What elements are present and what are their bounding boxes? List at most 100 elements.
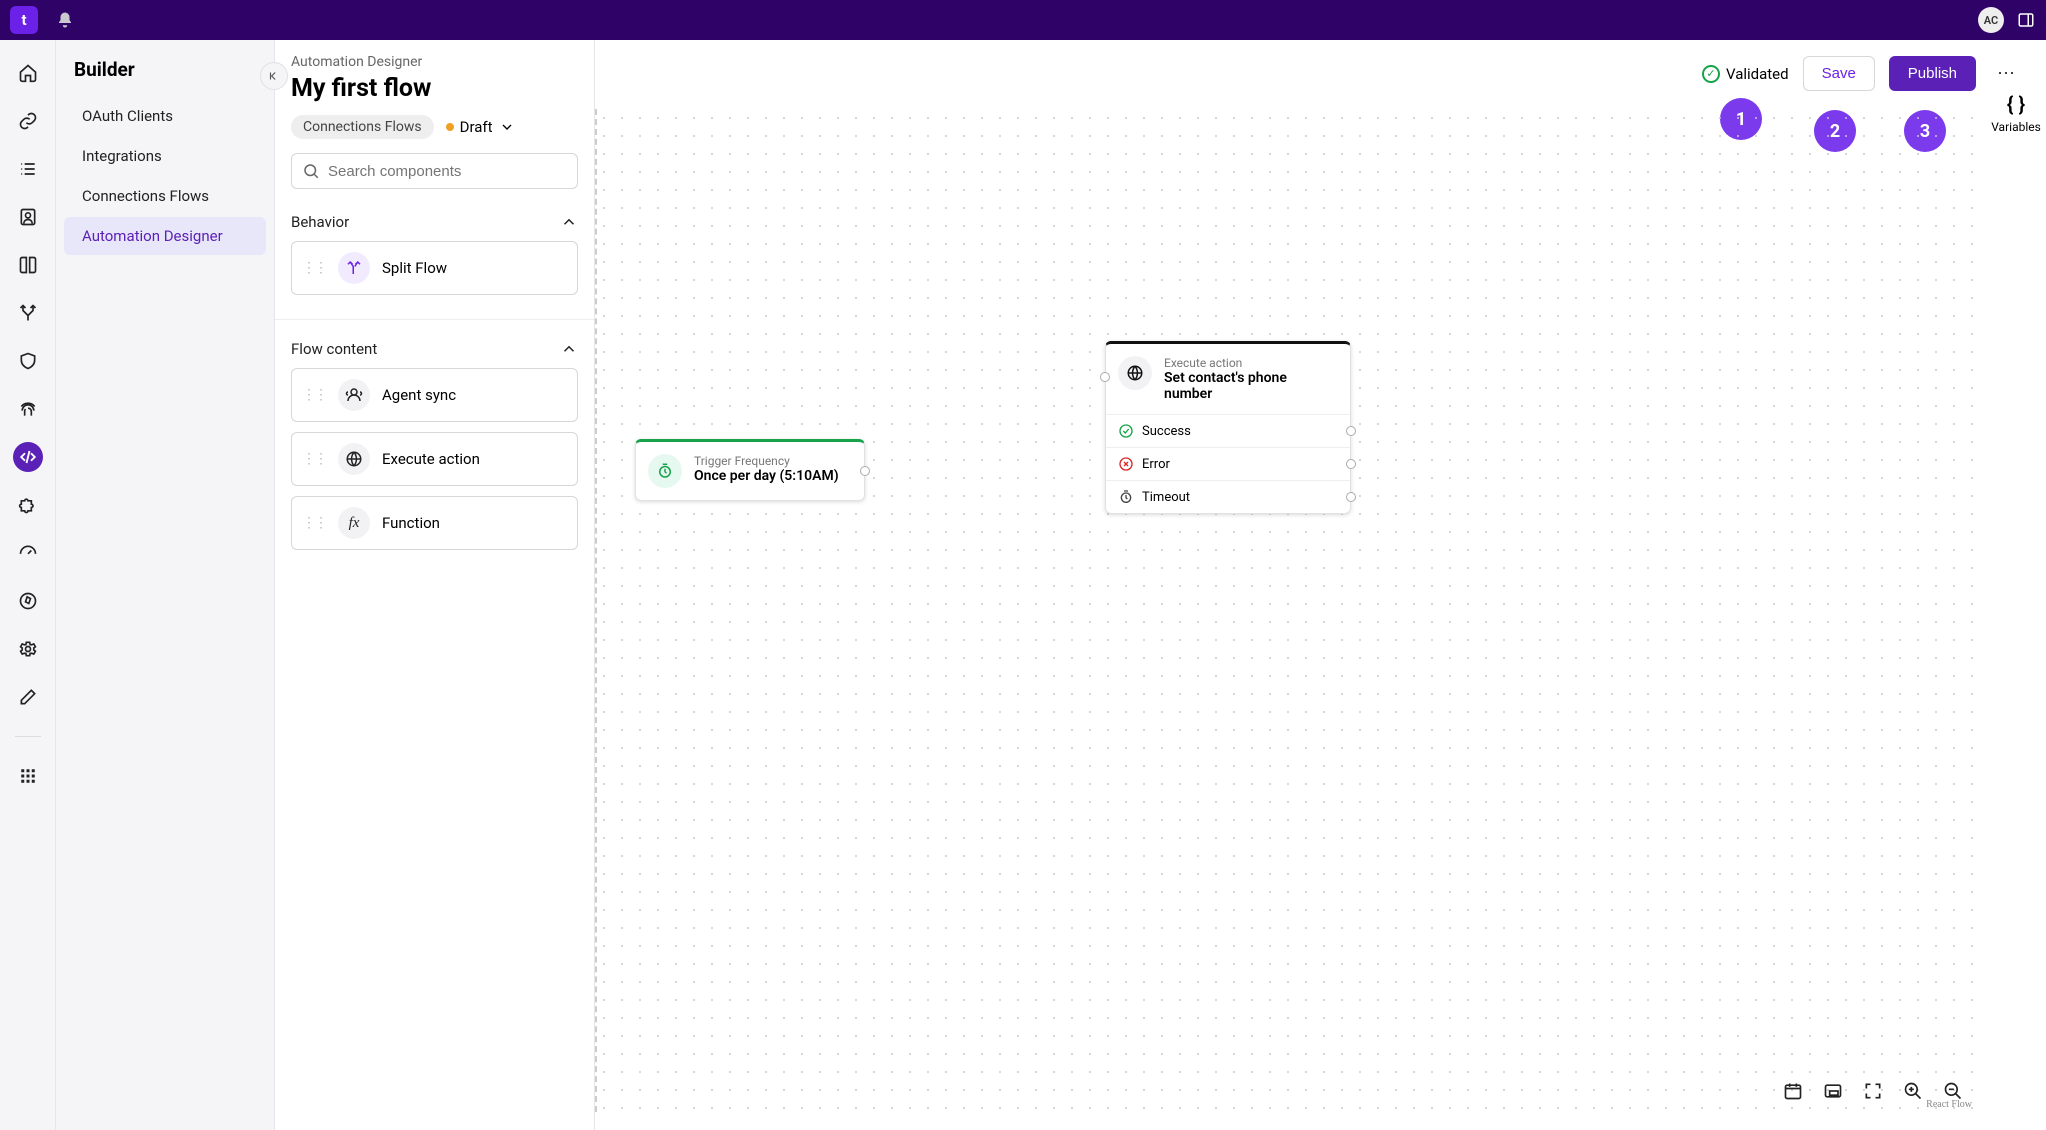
component-label: Split Flow [382,259,447,277]
publish-button[interactable]: Publish [1889,56,1976,91]
rail-gear-icon[interactable] [13,634,43,664]
drag-handle-icon[interactable]: ⋮⋮ [302,451,326,467]
node-caption: Trigger Frequency [694,454,839,468]
rail-book-icon[interactable] [13,250,43,280]
search-icon [302,162,320,180]
check-circle-icon [1118,423,1134,439]
flow-canvas[interactable]: Trigger Frequency Once per day (5:10AM) … [595,109,1976,1112]
rail-contact-icon[interactable] [13,202,43,232]
sidebar-item-label: Integrations [82,147,162,165]
output-handle[interactable] [1346,459,1356,469]
sidebar-item-label: OAuth Clients [82,107,173,125]
outcome-label: Success [1142,424,1191,439]
rail-list-icon[interactable] [13,154,43,184]
calendar-icon[interactable] [1782,1080,1804,1102]
component-execute-action[interactable]: ⋮⋮ Execute action [291,432,578,486]
sidebar-item-label: Automation Designer [82,227,223,245]
section-title: Flow content [291,340,377,358]
rail-compass-icon[interactable] [13,586,43,616]
check-circle-icon: ✓ [1702,65,1720,83]
flow-type-chip: Connections Flows [291,115,434,139]
component-agent-sync[interactable]: ⋮⋮ Agent sync [291,368,578,422]
validated-label: Validated [1726,65,1789,83]
collapse-sidebar-button[interactable] [260,62,288,90]
sidebar-item-connections[interactable]: Connections Flows [64,177,266,215]
variables-button[interactable]: { } Variables [1986,92,2046,134]
globe-icon [1118,356,1152,390]
sidebar-item-integrations[interactable]: Integrations [64,137,266,175]
app-logo[interactable]: t [10,6,38,34]
top-bar: t AC [0,0,2046,40]
rail-edit-icon[interactable] [13,682,43,712]
outcome-error[interactable]: Error [1106,447,1350,480]
component-function[interactable]: ⋮⋮ fx Function [291,496,578,550]
sidebar-item-oauth[interactable]: OAuth Clients [64,97,266,135]
flow-title: My first flow [291,74,431,103]
rail-code-icon[interactable] [13,442,43,472]
component-label: Execute action [382,450,480,468]
canvas-guide-line [595,109,597,1112]
outcome-label: Error [1142,457,1170,472]
chevron-down-icon [499,119,515,135]
zoom-in-icon[interactable] [1902,1080,1924,1102]
more-menu-button[interactable]: ⋯ [1990,58,2022,90]
globe-icon [338,443,370,475]
section-title: Behavior [291,213,349,231]
section-behavior-header[interactable]: Behavior [291,213,578,231]
rail-merge-icon[interactable] [13,298,43,328]
drag-handle-icon[interactable]: ⋮⋮ [302,387,326,403]
node-title: Once per day (5:10AM) [694,468,839,484]
x-circle-icon [1118,456,1134,472]
rail-separator [15,736,41,737]
split-icon [338,252,370,284]
rail-gauge-icon[interactable] [13,538,43,568]
input-handle[interactable] [1100,372,1110,382]
avatar[interactable]: AC [1978,7,2004,33]
output-handle[interactable] [1346,492,1356,502]
outcome-timeout[interactable]: Timeout [1106,480,1350,513]
component-label: Function [382,514,440,532]
rail-fingerprint-icon[interactable] [13,394,43,424]
component-label: Agent sync [382,386,456,404]
node-action[interactable]: Execute action Set contact's phone numbe… [1105,341,1351,514]
section-content-header[interactable]: Flow content [291,340,578,358]
save-button[interactable]: Save [1803,56,1875,91]
drag-handle-icon[interactable]: ⋮⋮ [302,515,326,531]
drag-handle-icon[interactable]: ⋮⋮ [302,260,326,276]
attribution: React Flow [1926,1099,1972,1110]
node-caption: Execute action [1164,356,1338,370]
icon-rail [0,40,56,1130]
rail-home-icon[interactable] [13,58,43,88]
timer-icon [648,454,682,488]
agent-icon [338,379,370,411]
output-handle[interactable] [860,466,870,476]
search-input[interactable] [328,163,567,180]
output-handle[interactable] [1346,426,1356,436]
edges-layer [595,109,895,259]
chevron-up-icon [560,340,578,358]
status-label: Draft [460,118,493,136]
app-logo-letter: t [21,11,26,29]
search-box[interactable] [291,153,578,189]
function-icon: fx [338,507,370,539]
sidebar-item-label: Connections Flows [82,187,209,205]
panel-toggle-icon[interactable] [2016,10,2036,30]
component-split-flow[interactable]: ⋮⋮ Split Flow [291,241,578,295]
outcome-success[interactable]: Success [1106,414,1350,447]
bell-icon[interactable] [56,11,74,29]
rail-link-icon[interactable] [13,106,43,136]
fullscreen-icon[interactable] [1862,1080,1884,1102]
fit-view-icon[interactable] [1822,1080,1844,1102]
sidebar-item-automation[interactable]: Automation Designer [64,217,266,255]
breadcrumb: Automation Designer [291,54,578,70]
node-title: Set contact's phone number [1164,370,1338,402]
rail-apps-icon[interactable] [13,761,43,791]
rail-puzzle-icon[interactable] [13,490,43,520]
status-dropdown[interactable]: Draft [446,118,515,136]
variables-label: Variables [1991,120,2041,134]
node-trigger[interactable]: Trigger Frequency Once per day (5:10AM) [635,439,865,501]
stopwatch-icon [1118,489,1134,505]
rail-shield-icon[interactable] [13,346,43,376]
canvas-area: ✓ Validated Save Publish ⋯ 1 2 3 { } Var… [595,40,2046,1130]
sidebar-title: Builder [56,58,274,95]
